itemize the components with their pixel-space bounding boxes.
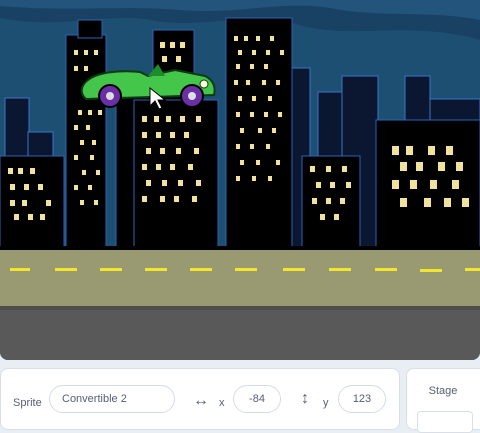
sprite-name-input[interactable]: Convertible 2 [49, 385, 175, 413]
sprite-info-panel: Sprite Convertible 2 ↔ x -84 ↕ y 123 [0, 368, 400, 430]
y-position-value: 123 [352, 393, 372, 405]
y-label: y [323, 397, 329, 409]
x-label: x [219, 397, 225, 409]
stage-thumbnail[interactable] [417, 411, 473, 433]
stage-canvas[interactable] [0, 0, 480, 360]
horizontal-arrows-icon: ↔ [193, 392, 209, 409]
sprite-label: Sprite [13, 397, 42, 409]
x-position-input[interactable]: -84 [233, 385, 281, 413]
vertical-arrows-icon: ↕ [301, 390, 309, 407]
sprite-name-value: Convertible 2 [62, 393, 127, 405]
stage-title: Stage [428, 385, 458, 397]
stage-selector-panel[interactable]: Stage [406, 368, 480, 433]
city-backdrop [0, 0, 480, 360]
x-position-value: -84 [249, 393, 265, 405]
y-position-input[interactable]: 123 [338, 385, 386, 413]
